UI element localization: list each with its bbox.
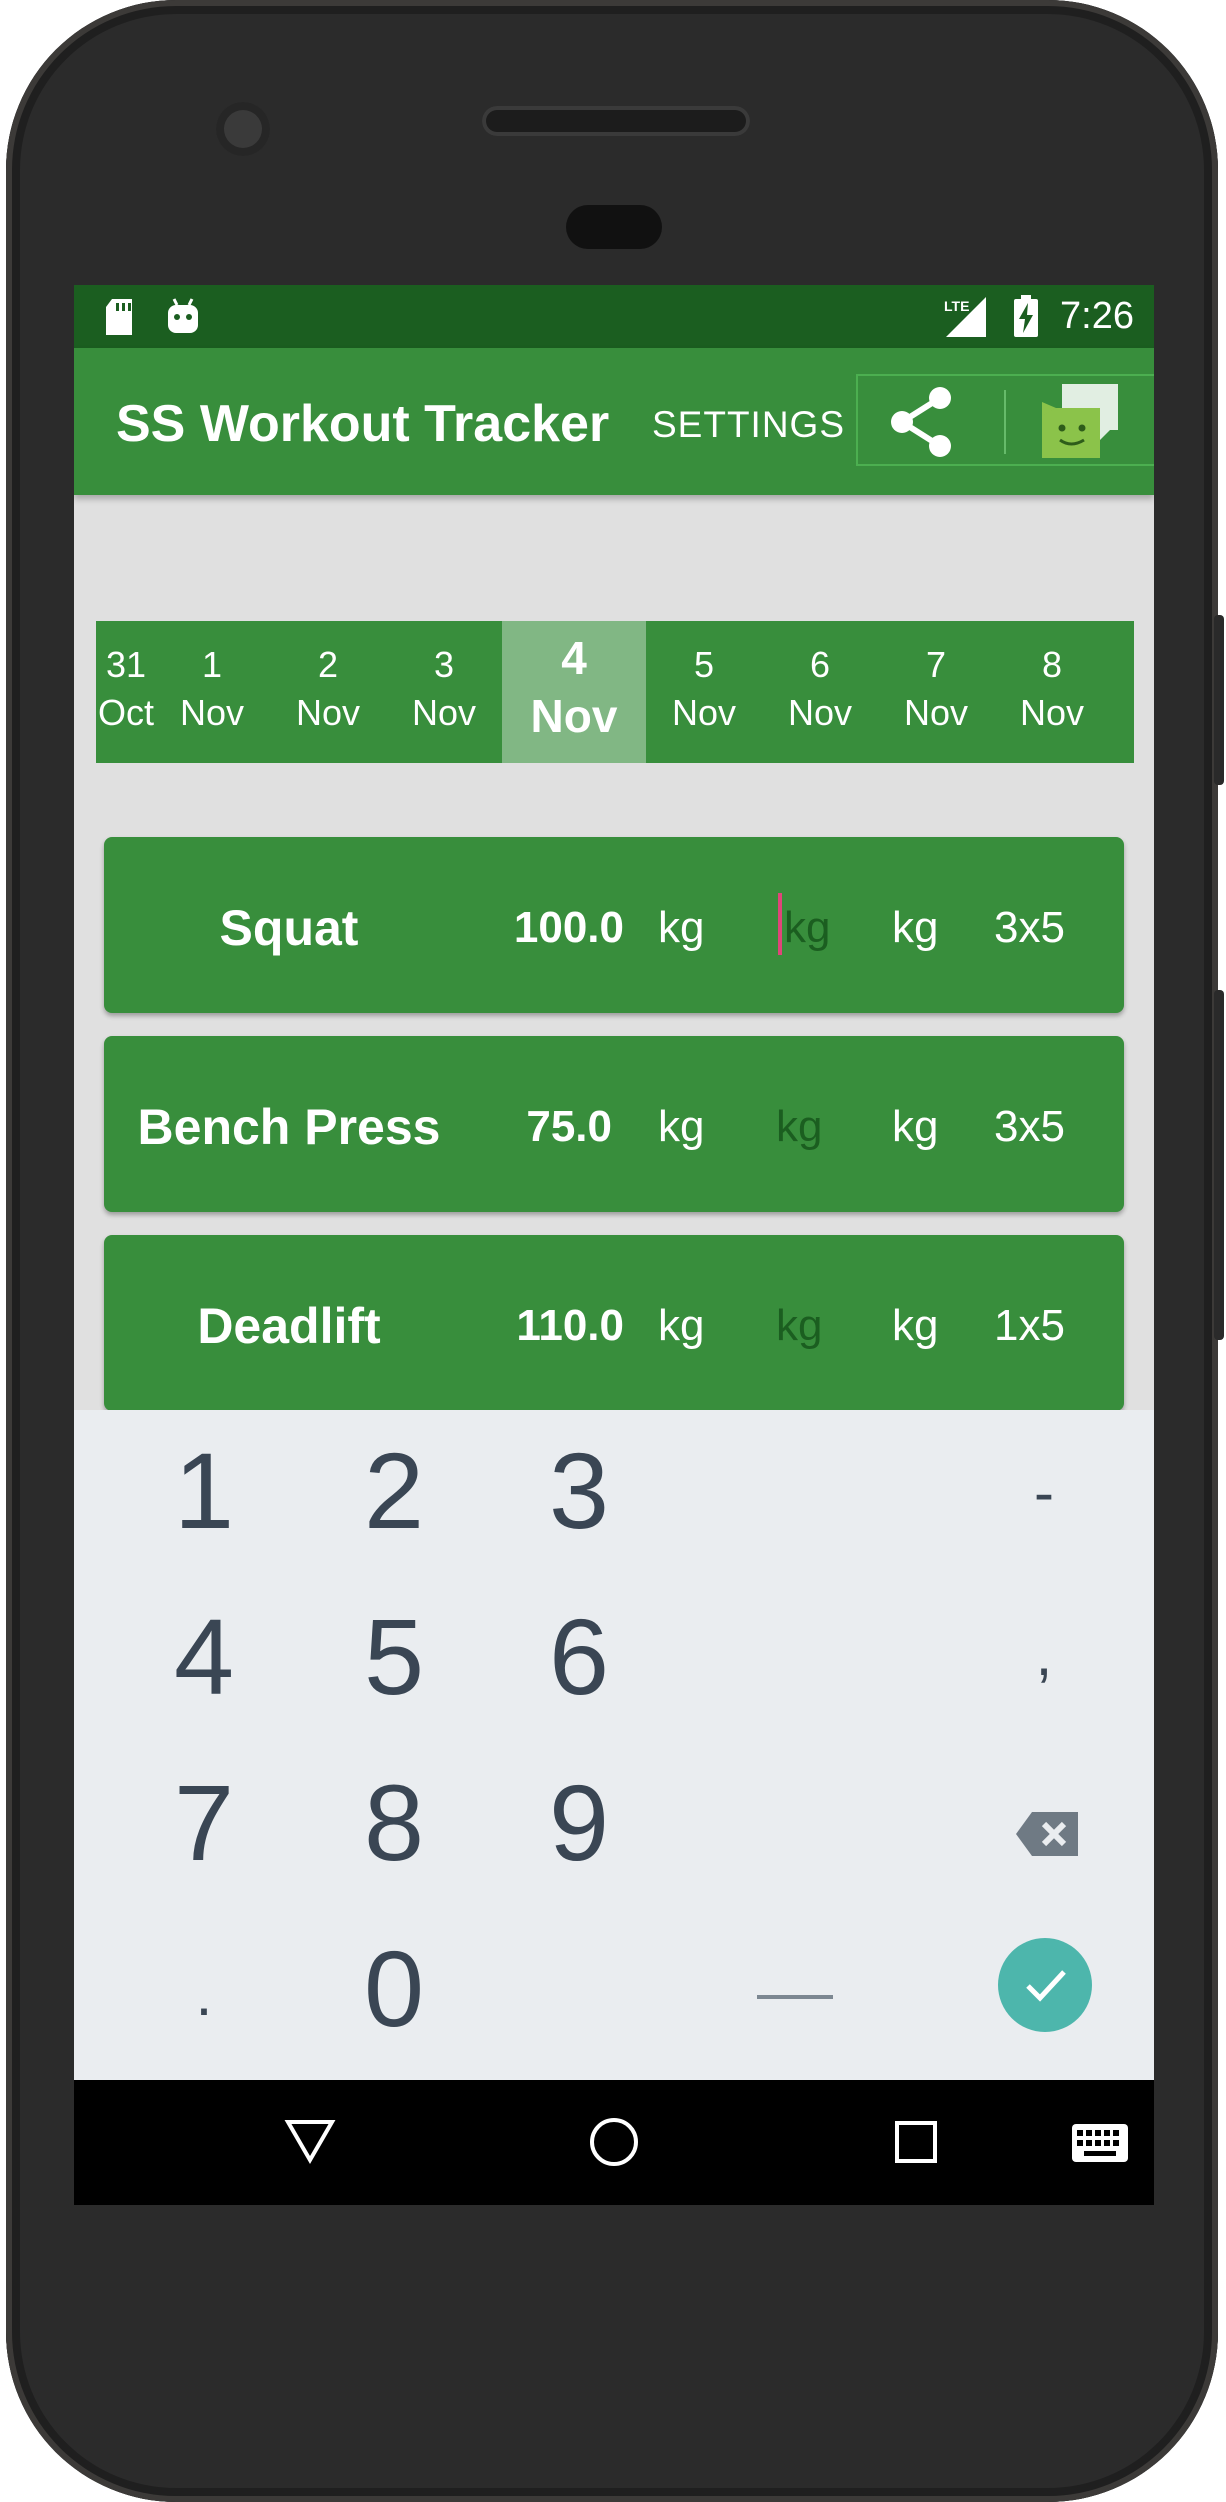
proximity-sensor (566, 205, 662, 249)
android-icon (168, 298, 198, 333)
date-month: Nov (411, 692, 477, 733)
phone-frame: LTE 7:26 SS Workout Tracker SETTINGS 31 … (6, 0, 1224, 2502)
date-day: 31 (106, 644, 147, 685)
confirm-button[interactable] (998, 1938, 1092, 2032)
key-7[interactable]: 7 (134, 1760, 274, 1885)
date-month: Nov (1019, 692, 1085, 733)
action-divider (1004, 390, 1006, 454)
date-item[interactable]: 7 Nov (878, 621, 994, 763)
power-button (1214, 615, 1224, 785)
key-5[interactable]: 5 (324, 1594, 464, 1719)
clock: 7:26 (1060, 295, 1134, 337)
backspace-icon[interactable] (1014, 1810, 1080, 1858)
key-9[interactable]: 9 (509, 1760, 649, 1885)
check-icon (1026, 1970, 1066, 2002)
weight-input[interactable]: kg (776, 1102, 822, 1152)
date-day: 7 (925, 644, 947, 685)
key-space[interactable] (757, 1995, 833, 1999)
date-day: 5 (693, 644, 715, 685)
volume-button (1214, 990, 1224, 1340)
exercise-name: Bench Press (137, 1099, 441, 1155)
date-month: Oct (98, 692, 155, 733)
settings-button[interactable]: SETTINGS (652, 404, 845, 446)
sets-reps[interactable]: 3x5 (994, 903, 1065, 953)
date-day: 8 (1041, 644, 1063, 685)
date-item[interactable]: 5 Nov (646, 621, 762, 763)
key-comma[interactable]: , (974, 1620, 1114, 1689)
weight-input[interactable]: kg (784, 903, 830, 953)
date-day: 2 (317, 644, 339, 685)
chat-icon[interactable] (1040, 382, 1122, 462)
sd-card-icon (106, 299, 132, 335)
weight-input[interactable]: kg (892, 903, 938, 953)
date-month: Nov (530, 690, 618, 742)
keyboard-icon[interactable] (1072, 2124, 1128, 2162)
weight-input[interactable]: kg (892, 1301, 938, 1351)
date-item[interactable]: 3 Nov (386, 621, 502, 763)
app-title: SS Workout Tracker (116, 395, 610, 453)
date-item-selected[interactable]: 4 Nov (502, 621, 646, 763)
date-item[interactable]: 6 Nov (762, 621, 878, 763)
exercise-card-deadlift[interactable]: Deadlift 110.0 kg kg kg 1x5 (104, 1235, 1124, 1411)
front-camera (216, 102, 270, 156)
exercise-card-squat[interactable]: Squat 100.0 kg kg kg 3x5 (104, 837, 1124, 1013)
exercise-weight[interactable]: 75.0 (484, 1102, 612, 1152)
weight-input[interactable]: kg (892, 1102, 938, 1152)
exercise-card-bench-press[interactable]: Bench Press 75.0 kg kg kg 3x5 (104, 1036, 1124, 1212)
date-month: Nov (903, 692, 969, 733)
exercise-weight[interactable]: 100.0 (484, 903, 624, 953)
weight-input[interactable]: kg (776, 1301, 822, 1351)
weight-unit: kg (658, 1102, 705, 1151)
key-2[interactable]: 2 (324, 1428, 464, 1553)
date-month: Nov (787, 692, 853, 733)
key-1[interactable]: 1 (134, 1428, 274, 1553)
key-0[interactable]: 0 (324, 1926, 464, 2051)
key-dot[interactable]: . (134, 1960, 274, 2029)
battery-charging-icon (1014, 295, 1038, 337)
svg-text:LTE: LTE (944, 298, 969, 314)
date-day: 4 (561, 632, 587, 684)
date-month: Nov (179, 692, 245, 733)
signal-lte-icon: LTE (944, 297, 986, 337)
exercise-weight[interactable]: 110.0 (484, 1301, 624, 1351)
sets-reps[interactable]: 1x5 (994, 1301, 1065, 1351)
date-item[interactable]: 2 Nov (270, 621, 386, 763)
key-8[interactable]: 8 (324, 1760, 464, 1885)
date-month: Nov (671, 692, 737, 733)
exercise-name: Deadlift (197, 1298, 381, 1354)
status-bar: LTE 7:26 (74, 285, 1154, 348)
numeric-keypad: 1 2 3 - 4 5 6 , 7 8 9 . 0 (74, 1410, 1154, 2080)
date-item[interactable]: 1 Nov (154, 621, 270, 763)
key-4[interactable]: 4 (134, 1594, 274, 1719)
sets-reps[interactable]: 3x5 (994, 1102, 1065, 1152)
app-bar: SS Workout Tracker SETTINGS (74, 348, 1154, 495)
recents-icon[interactable] (894, 2120, 938, 2164)
weight-unit: kg (658, 903, 705, 952)
date-item[interactable]: 31 Oct (96, 621, 154, 763)
text-cursor (778, 893, 782, 955)
key-3[interactable]: 3 (509, 1428, 649, 1553)
navigation-bar (74, 2080, 1154, 2205)
date-item[interactable]: 8 Nov (994, 621, 1110, 763)
weight-unit: kg (658, 1301, 705, 1350)
date-day: 1 (201, 644, 223, 685)
screen: LTE 7:26 SS Workout Tracker SETTINGS 31 … (74, 285, 1154, 2205)
key-minus[interactable]: - (974, 1458, 1114, 1527)
exercise-name: Squat (219, 900, 359, 956)
date-strip[interactable]: 31 Oct 1 Nov 2 Nov 3 Nov 4 Nov 5 Nov 6 N… (96, 621, 1134, 763)
earpiece-speaker (482, 106, 750, 136)
share-icon[interactable] (884, 384, 960, 460)
home-icon[interactable] (588, 2116, 640, 2168)
date-day: 3 (433, 644, 455, 685)
back-icon[interactable] (284, 2118, 336, 2164)
key-6[interactable]: 6 (509, 1594, 649, 1719)
date-month: Nov (295, 692, 361, 733)
date-day: 6 (809, 644, 831, 685)
